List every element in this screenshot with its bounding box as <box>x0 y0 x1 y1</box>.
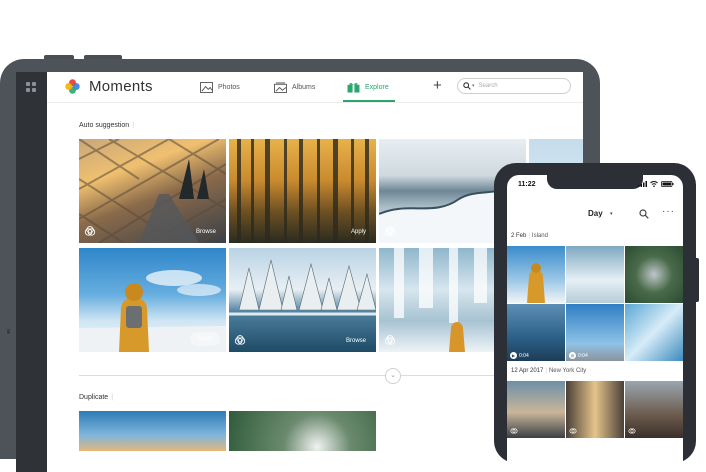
gift-icon <box>347 82 360 93</box>
photo-icon <box>200 81 213 93</box>
video-duration: ▶ 0:04 <box>510 352 529 359</box>
search-placeholder: Search <box>478 83 498 89</box>
date-header-2: 12 Apr 2017 | New York City <box>511 368 587 374</box>
phone-device: 11:22 Day ▾ ··· 2 Feb | Island ▶ 0:04 ◎ 0:04 <box>494 163 696 463</box>
filter-badge-icon <box>569 428 577 434</box>
phone-photo-4[interactable]: ▶ 0:04 <box>507 304 565 361</box>
search-filter-caret-icon[interactable]: ▾ <box>472 83 475 89</box>
play-icon: ▶ <box>510 352 517 359</box>
tab-albums[interactable]: Albums <box>274 72 315 102</box>
view-selector[interactable]: Day <box>588 209 603 218</box>
pines-overlay <box>229 259 376 316</box>
view-dropdown-caret-icon[interactable]: ▾ <box>610 211 613 217</box>
browse-label[interactable]: Browse <box>346 338 366 344</box>
phone-photo-2[interactable] <box>566 246 624 303</box>
phone-photo-6[interactable] <box>625 304 683 361</box>
duplicate-photo-2[interactable] <box>229 411 376 451</box>
filter-badge-icon <box>510 428 518 434</box>
app-title: Moments <box>89 78 153 95</box>
tab-albums-label: Albums <box>292 83 316 91</box>
tab-explore-label: Explore <box>365 83 389 91</box>
video-duration: ◎ 0:04 <box>569 352 588 359</box>
apps-grid-icon[interactable] <box>26 82 36 92</box>
wifi-icon <box>650 181 658 187</box>
status-time: 11:22 <box>518 181 536 188</box>
phone-photo-8[interactable] <box>566 381 624 438</box>
section-title-auto-suggestion: Auto suggestion | <box>79 122 135 129</box>
app-side-strip <box>16 72 47 472</box>
more-options-icon[interactable]: ··· <box>662 206 675 217</box>
phone-header: Day ▾ ··· <box>507 205 683 229</box>
moments-logo-icon <box>65 79 80 94</box>
browse-label[interactable]: Browse <box>196 229 216 235</box>
section-title-duplicate: Duplicate | <box>79 394 114 401</box>
fence-overlay <box>79 139 226 243</box>
tab-photos-label: Photos <box>218 83 240 91</box>
apply-button[interactable]: Apply <box>190 332 220 346</box>
phone-screen: 11:22 Day ▾ ··· 2 Feb | Island ▶ 0:04 ◎ 0:04 <box>507 175 683 463</box>
filter-badge-icon <box>234 335 246 345</box>
phone-photo-3[interactable] <box>625 246 683 303</box>
status-icons <box>638 181 674 187</box>
suggestion-photo-2[interactable]: Apply <box>229 139 376 243</box>
forest-overlay <box>237 139 369 243</box>
phone-notch <box>547 175 643 189</box>
filter-badge-icon <box>628 428 636 434</box>
phone-side-button <box>696 258 699 302</box>
search-box[interactable]: ▾ Search <box>457 78 571 94</box>
tab-photos[interactable]: Photos <box>200 72 240 102</box>
search-icon[interactable] <box>639 209 649 219</box>
filter-badge-icon <box>84 226 96 236</box>
top-bar: Moments Photos Albums Explore + ▾ Search <box>47 72 583 103</box>
filter-badge-icon <box>384 335 396 345</box>
suggestion-photo-4[interactable]: Apply <box>79 248 226 352</box>
phone-photo-1[interactable] <box>507 246 565 303</box>
battery-icon <box>661 181 674 187</box>
phone-photo-5[interactable]: ◎ 0:04 <box>566 304 624 361</box>
add-button[interactable]: + <box>433 78 442 94</box>
filter-badge-icon: ◎ <box>569 352 576 359</box>
date-header-1: 2 Feb | Island <box>511 233 548 239</box>
suggestion-photo-1[interactable]: Browse <box>79 139 226 243</box>
signal-icon <box>638 181 647 187</box>
apply-label[interactable]: Apply <box>351 229 366 235</box>
album-icon <box>274 81 287 93</box>
suggestion-photo-5[interactable]: Browse <box>229 248 376 352</box>
phone-photo-9[interactable] <box>625 381 683 438</box>
duplicate-photo-1[interactable] <box>79 411 226 451</box>
tablet-side-sensor <box>7 329 10 334</box>
active-tab-indicator <box>343 100 395 102</box>
phone-photo-7[interactable] <box>507 381 565 438</box>
expand-chevron-icon[interactable]: ⌄ <box>385 368 401 384</box>
hiker-thumb <box>527 263 545 303</box>
filter-badge-icon <box>384 226 396 236</box>
search-icon <box>463 82 471 90</box>
tab-explore[interactable]: Explore <box>343 72 395 102</box>
